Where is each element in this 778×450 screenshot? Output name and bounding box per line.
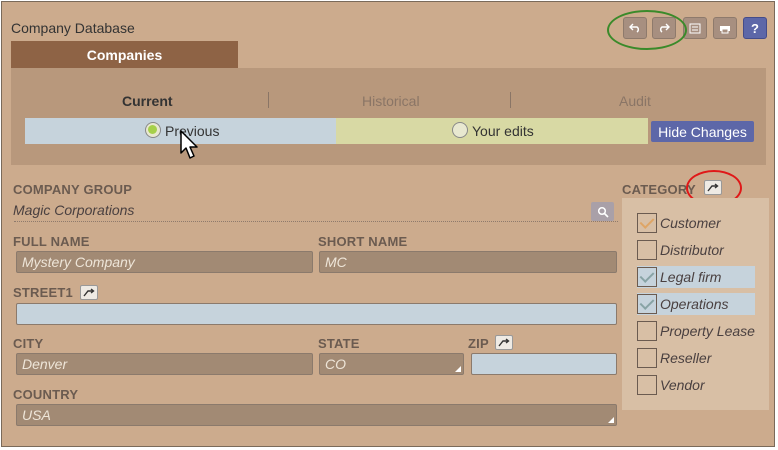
full-name-field[interactable]: Mystery Company	[16, 251, 313, 273]
history-arrow-icon	[83, 288, 95, 297]
state-label: STATE	[318, 336, 360, 351]
category-label: CATEGORY	[622, 182, 696, 197]
help-icon: ?	[751, 20, 759, 36]
category-item-label: Vendor	[660, 377, 705, 393]
tab-companies[interactable]: Companies	[11, 41, 238, 68]
category-history-button[interactable]	[704, 180, 722, 195]
city-field[interactable]: Denver	[16, 353, 313, 375]
zip-history-button[interactable]	[495, 335, 513, 350]
hide-changes-button[interactable]: Hide Changes	[651, 121, 754, 142]
list-view-button[interactable]	[683, 17, 707, 39]
app-title: Company Database	[11, 20, 135, 36]
undo-button[interactable]	[623, 17, 647, 39]
your-edits-label: Your edits	[472, 123, 534, 139]
street1-history-button[interactable]	[80, 285, 98, 300]
divider	[14, 221, 618, 222]
checkbox[interactable]	[637, 240, 657, 260]
category-item-label: Customer	[660, 215, 721, 231]
street1-label: STREET1	[13, 285, 73, 300]
undo-icon	[629, 23, 639, 33]
redo-button[interactable]	[652, 17, 676, 39]
tab-separator	[510, 92, 511, 108]
search-icon	[597, 206, 609, 218]
category-item-label: Legal firm	[660, 269, 722, 285]
category-item-operations[interactable]: Operations	[637, 293, 755, 315]
checkbox[interactable]	[637, 321, 657, 341]
tab-audit[interactable]: Audit	[619, 93, 651, 109]
zip-label: ZIP	[468, 336, 489, 351]
checkbox[interactable]	[637, 213, 657, 233]
company-group-label: COMPANY GROUP	[13, 182, 133, 197]
category-item-customer[interactable]: Customer	[637, 212, 755, 234]
history-panel	[11, 68, 766, 165]
category-item-legal-firm[interactable]: Legal firm	[637, 266, 755, 288]
your-edits-radio[interactable]	[452, 122, 468, 138]
state-select[interactable]: CO	[319, 353, 464, 375]
category-item-label: Property Lease	[660, 323, 755, 339]
country-label: COUNTRY	[13, 387, 79, 402]
previous-radio[interactable]	[145, 122, 161, 138]
company-group-value: Magic Corporations	[13, 202, 135, 218]
tab-separator	[268, 92, 269, 108]
checkbox[interactable]	[637, 294, 657, 314]
zip-field[interactable]	[471, 353, 617, 375]
checkbox[interactable]	[637, 267, 657, 287]
category-item-label: Distributor	[660, 242, 724, 258]
country-select[interactable]: USA	[16, 404, 617, 426]
redo-icon	[660, 23, 670, 33]
list-icon	[689, 23, 701, 33]
category-item-distributor[interactable]: Distributor	[637, 239, 755, 261]
tab-current[interactable]: Current	[122, 93, 173, 109]
print-icon	[720, 25, 730, 33]
print-button[interactable]	[713, 17, 737, 39]
checkbox[interactable]	[637, 375, 657, 395]
full-name-label: FULL NAME	[13, 234, 90, 249]
tab-historical[interactable]: Historical	[362, 93, 420, 109]
street1-field[interactable]	[16, 303, 617, 325]
category-item-property-lease[interactable]: Property Lease	[637, 320, 755, 342]
category-item-label: Operations	[660, 296, 729, 312]
mouse-cursor-icon	[180, 130, 198, 159]
category-item-label: Reseller	[660, 350, 712, 366]
history-arrow-icon	[707, 183, 719, 192]
checkbox[interactable]	[637, 348, 657, 368]
short-name-field[interactable]: MC	[319, 251, 617, 273]
company-group-search-button[interactable]	[591, 202, 614, 221]
history-arrow-icon	[498, 338, 510, 347]
help-button[interactable]: ?	[743, 17, 767, 39]
category-item-reseller[interactable]: Reseller	[637, 347, 755, 369]
short-name-label: SHORT NAME	[318, 234, 408, 249]
category-item-vendor[interactable]: Vendor	[637, 374, 755, 396]
city-label: CITY	[13, 336, 44, 351]
